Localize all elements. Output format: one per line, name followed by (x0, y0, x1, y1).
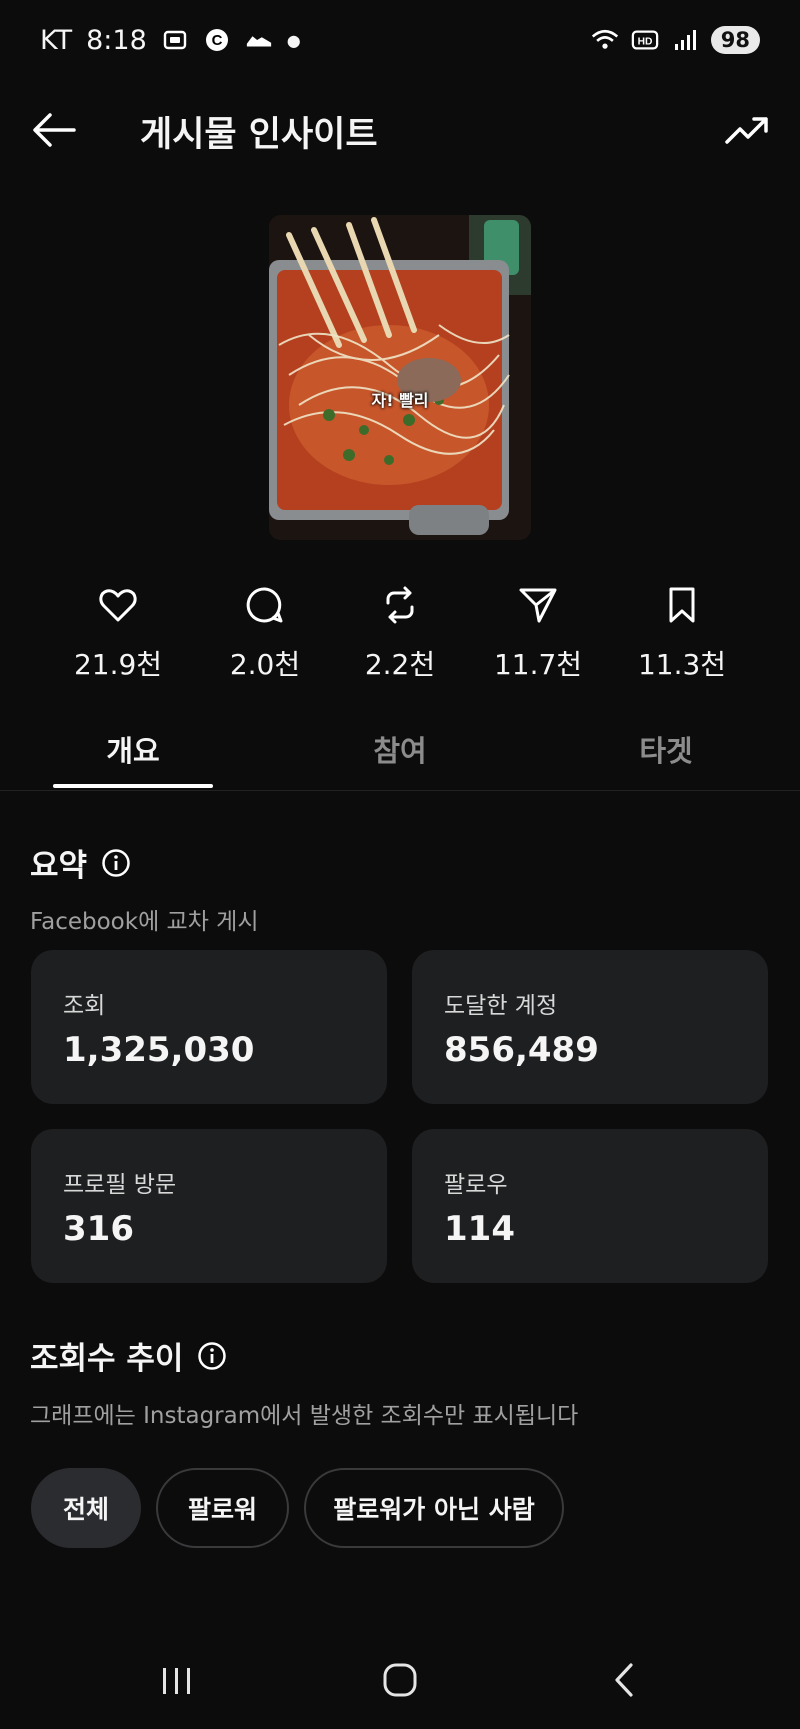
views-value: 1,325,030 (63, 1030, 255, 1070)
engagement-metrics: 21.9천 2.0천 2.2천 11.7천 11.3천 (0, 585, 800, 685)
summary-subtitle: Facebook에 교차 게시 (30, 909, 259, 935)
tab-audience[interactable]: 타겟 (586, 728, 746, 770)
home-icon (383, 1663, 417, 1697)
tab-engagement[interactable]: 참여 (320, 728, 480, 770)
shares-metric: 11.7천 (468, 585, 608, 683)
filter-non-followers-chip[interactable]: 팔로워가 아닌 사람 (304, 1468, 564, 1548)
back-button[interactable] (30, 110, 78, 150)
active-tab-indicator (53, 784, 213, 788)
tab-overview[interactable]: 개요 (53, 728, 213, 770)
views-label: 조회 (63, 993, 106, 1019)
screen-record-icon (161, 26, 189, 54)
bookmark-icon (669, 587, 695, 623)
signal-icon (671, 26, 699, 54)
system-back-button[interactable] (605, 1660, 645, 1700)
saves-metric: 11.3천 (612, 585, 752, 683)
svg-text:C: C (211, 32, 222, 49)
comments-metric: 2.0천 (195, 585, 335, 683)
saves-count: 11.3천 (637, 648, 727, 681)
info-icon[interactable] (101, 848, 131, 878)
food-image (269, 215, 531, 540)
recent-apps-icon (163, 1668, 190, 1694)
insights-tabs: 개요 참여 타겟 (0, 720, 800, 791)
profile-visits-value: 316 (63, 1209, 134, 1249)
page-title: 게시물 인사이트 (140, 115, 378, 155)
clock: 8:18 (86, 24, 147, 56)
post-thumbnail[interactable]: 자! 빨리 (269, 215, 531, 540)
home-button[interactable] (380, 1660, 420, 1700)
trending-up-icon (725, 117, 768, 144)
filter-all-chip[interactable]: 전체 (31, 1468, 141, 1548)
summary-header: 요약 (30, 840, 131, 885)
likes-metric: 21.9천 (48, 585, 188, 683)
summary-title: 요약 (30, 848, 88, 884)
heart-icon (99, 589, 137, 622)
recent-apps-button[interactable] (157, 1660, 197, 1700)
views-trend-title: 조회수 추이 (30, 1341, 184, 1377)
profile-visits-card[interactable]: 프로필 방문 316 (31, 1129, 387, 1283)
views-trend-header: 조회수 추이 (30, 1333, 227, 1378)
reach-value: 856,489 (444, 1030, 599, 1070)
top-app-bar: 게시물 인사이트 (0, 100, 800, 160)
c-badge-icon: C (203, 26, 231, 54)
status-bar: KT 8:18 C ● HD 98 (40, 18, 760, 62)
views-trend-subtitle: 그래프에는 Instagram에서 발생한 조회수만 표시됩니다 (30, 1403, 579, 1429)
filter-followers-chip[interactable]: 팔로워 (156, 1468, 289, 1548)
hd-icon: HD (631, 26, 659, 54)
info-icon[interactable] (197, 1341, 227, 1371)
image-caption-overlay: 자! 빨리 (371, 391, 429, 410)
trending-button[interactable] (724, 110, 770, 150)
carrier-label: KT (40, 24, 73, 56)
reach-label: 도달한 계정 (444, 993, 558, 1019)
send-icon (519, 588, 557, 623)
notification-dot-icon: ● (286, 30, 301, 50)
reposts-metric: 2.2천 (330, 585, 470, 683)
shares-count: 11.7천 (493, 648, 583, 681)
follows-value: 114 (444, 1209, 515, 1249)
views-card[interactable]: 조회 1,325,030 (31, 950, 387, 1104)
comment-icon (246, 587, 283, 623)
chevron-left-icon (615, 1663, 633, 1697)
sneaker-icon (245, 26, 273, 54)
svg-text:HD: HD (637, 37, 652, 48)
comments-count: 2.0천 (229, 648, 301, 681)
repost-icon (386, 586, 414, 624)
reposts-count: 2.2천 (364, 648, 436, 681)
wifi-icon (591, 26, 619, 54)
reach-card[interactable]: 도달한 계정 856,489 (412, 950, 768, 1104)
battery-indicator: 98 (710, 26, 760, 54)
likes-count: 21.9천 (73, 648, 163, 681)
arrow-left-icon (33, 113, 76, 147)
follows-card[interactable]: 팔로우 114 (412, 1129, 768, 1283)
system-nav-bar (0, 1650, 800, 1710)
follows-label: 팔로우 (444, 1172, 508, 1198)
profile-visits-label: 프로필 방문 (63, 1172, 177, 1198)
